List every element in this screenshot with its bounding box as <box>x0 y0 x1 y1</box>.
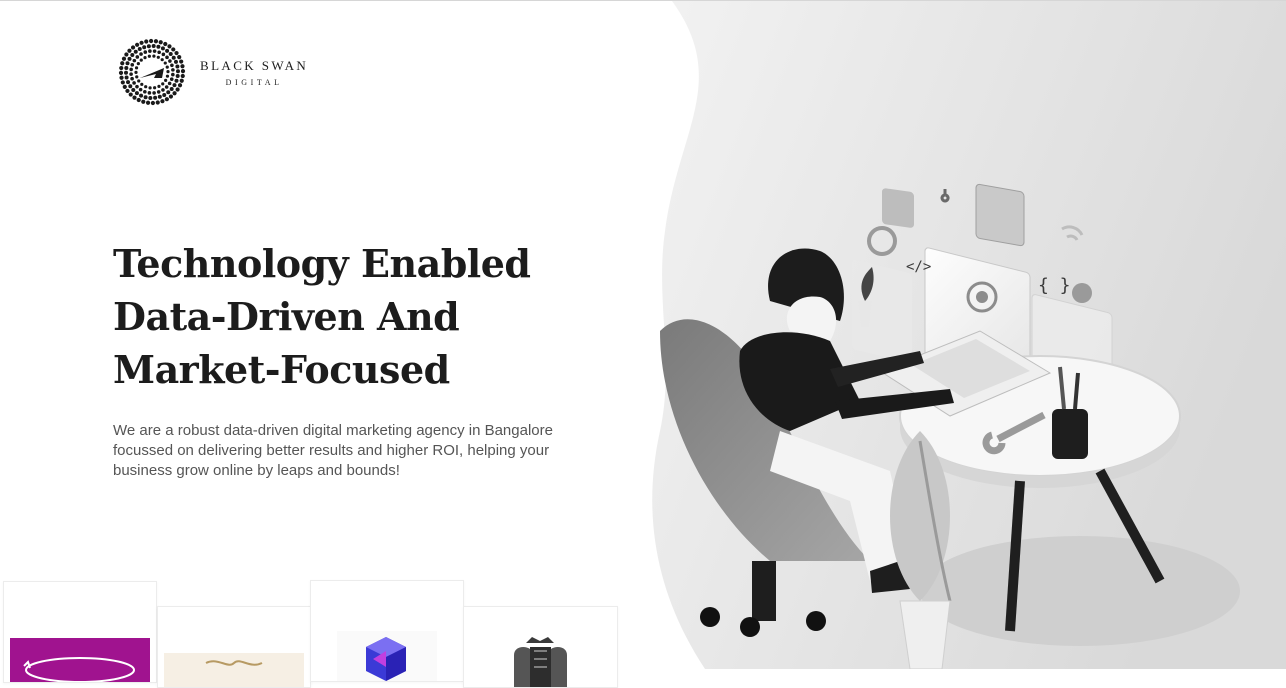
code-tag-symbol: </> <box>906 259 931 275</box>
hero-description: We are a robust data-driven digital mark… <box>113 422 553 479</box>
headline-line: Technology Enabled <box>113 241 531 286</box>
gold-scroll-logo-icon <box>164 653 304 687</box>
client-logo-card[interactable] <box>463 606 618 688</box>
client-logo-card[interactable] <box>157 606 311 688</box>
blue-hexagon-logo-icon <box>337 631 437 681</box>
headline-line: Market-Focused <box>113 347 450 392</box>
black-swan-logo-icon <box>118 38 186 106</box>
hero-headline: Technology Enabled Data-Driven And Marke… <box>113 237 583 396</box>
braces-symbol: { } <box>1038 275 1071 296</box>
headline-line: Data-Driven And <box>113 294 460 339</box>
brand-text: BLACK SWAN DIGITAL <box>200 58 308 87</box>
brand-logo-link[interactable]: BLACK SWAN DIGITAL <box>118 38 308 106</box>
hero-illustration: </> { } <box>652 1 1286 669</box>
client-logo-card[interactable] <box>310 580 464 682</box>
magenta-oval-logo-icon <box>10 638 150 682</box>
brand-subtitle: DIGITAL <box>225 77 283 87</box>
royal-crest-logo-icon <box>514 637 567 687</box>
brand-name: BLACK SWAN <box>200 57 309 73</box>
